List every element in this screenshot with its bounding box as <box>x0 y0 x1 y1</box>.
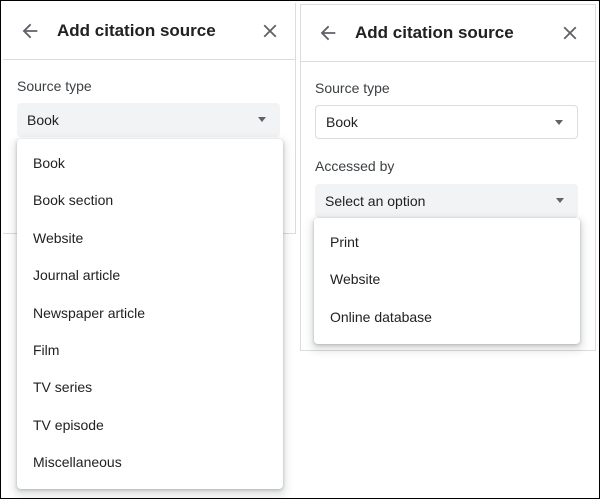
accessed-by-select[interactable]: Select an option <box>315 184 578 218</box>
menu-item-print[interactable]: Print <box>314 224 580 261</box>
menu-item-book-section[interactable]: Book section <box>17 182 283 219</box>
menu-item-online-database[interactable]: Online database <box>314 299 580 336</box>
source-type-label: Source type <box>17 78 92 94</box>
accessed-by-menu: Print Website Online database <box>314 218 580 344</box>
menu-item-website[interactable]: Website <box>314 261 580 298</box>
source-type-value: Book <box>27 112 59 128</box>
menu-item-journal-article[interactable]: Journal article <box>17 257 283 294</box>
menu-item-tv-series[interactable]: TV series <box>17 369 283 406</box>
caret-down-icon <box>555 120 563 125</box>
menu-item-newspaper-article[interactable]: Newspaper article <box>17 295 283 332</box>
accessed-by-label: Accessed by <box>315 158 395 174</box>
panel-title: Add citation source <box>57 21 216 40</box>
right-panel-header: Add citation source <box>301 5 595 62</box>
source-type-select[interactable]: Book <box>17 103 280 137</box>
caret-down-icon <box>258 117 266 122</box>
source-type-select[interactable]: Book <box>315 105 578 139</box>
menu-item-tv-episode[interactable]: TV episode <box>17 407 283 444</box>
menu-item-miscellaneous[interactable]: Miscellaneous <box>17 444 283 481</box>
caret-down-icon <box>556 198 564 203</box>
source-type-value: Book <box>326 114 358 130</box>
close-icon[interactable] <box>559 22 581 44</box>
back-arrow-icon[interactable] <box>19 20 41 42</box>
left-panel-header: Add citation source <box>3 3 295 60</box>
menu-item-book[interactable]: Book <box>17 145 283 182</box>
panel-title: Add citation source <box>355 23 514 42</box>
source-type-label: Source type <box>315 80 390 96</box>
accessed-by-value: Select an option <box>325 193 426 209</box>
menu-item-film[interactable]: Film <box>17 332 283 369</box>
menu-item-website[interactable]: Website <box>17 220 283 257</box>
close-icon[interactable] <box>259 20 281 42</box>
source-type-menu: Book Book section Website Journal articl… <box>17 139 283 489</box>
back-arrow-icon[interactable] <box>317 22 339 44</box>
